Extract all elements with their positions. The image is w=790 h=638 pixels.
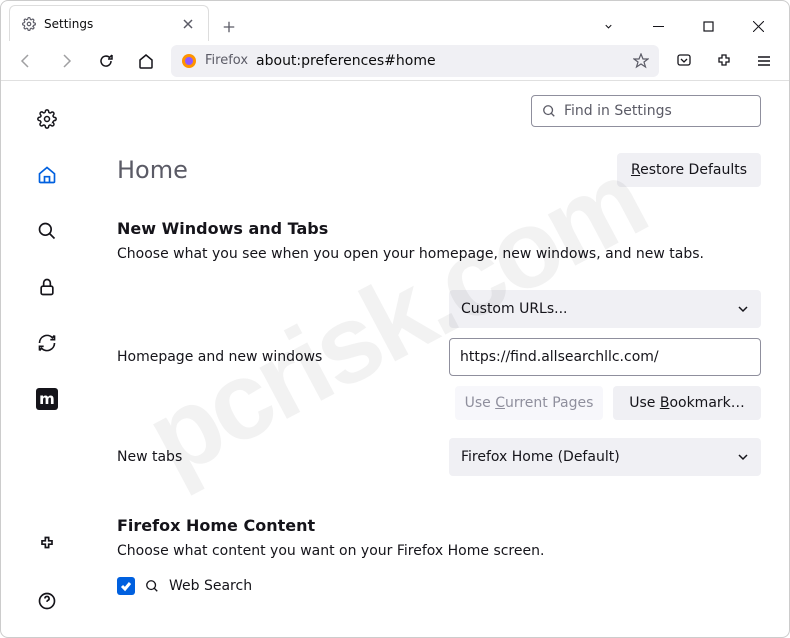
sidebar-item-help[interactable] [27, 581, 67, 621]
chevron-down-icon [737, 303, 749, 315]
tab-title: Settings [44, 17, 172, 31]
settings-search-input[interactable]: Find in Settings [531, 95, 761, 127]
gear-icon [22, 17, 36, 31]
sidebar-item-extension[interactable]: m [27, 379, 67, 419]
bookmark-star-icon[interactable] [633, 53, 649, 69]
nav-toolbar: Firefox about:preferences#home [1, 41, 789, 81]
section-desc-home-content: Choose what content you want on your Fir… [117, 543, 761, 559]
newtabs-mode-value: Firefox Home (Default) [461, 449, 620, 465]
search-placeholder: Find in Settings [564, 103, 672, 119]
close-tab-button[interactable] [180, 16, 196, 32]
firefox-logo-icon [181, 53, 197, 69]
back-button[interactable] [11, 46, 41, 76]
chevron-down-icon [737, 451, 749, 463]
newtabs-label: New tabs [117, 449, 449, 465]
window-minimize-button[interactable] [635, 11, 681, 41]
homepage-field-label: Homepage and new windows [117, 349, 449, 365]
sidebar-item-more[interactable] [27, 525, 67, 565]
app-menu-button[interactable] [749, 46, 779, 76]
window-maximize-button[interactable] [685, 11, 731, 41]
settings-main: Find in Settings Home Restore Defaults N… [93, 83, 789, 637]
homepage-mode-value: Custom URLs... [461, 301, 568, 317]
homepage-mode-select[interactable]: Custom URLs... [449, 290, 761, 328]
websearch-label: Web Search [169, 578, 252, 594]
reload-button[interactable] [91, 46, 121, 76]
use-bookmark-button[interactable]: Use Bookmark… [613, 386, 761, 420]
websearch-checkbox[interactable] [117, 577, 135, 595]
url-address: about:preferences#home [256, 53, 436, 69]
page-title: Home [117, 156, 188, 184]
home-button[interactable] [131, 46, 161, 76]
section-title-new-windows: New Windows and Tabs [117, 219, 761, 238]
sidebar-item-sync[interactable] [27, 323, 67, 363]
forward-button[interactable] [51, 46, 81, 76]
use-current-pages-button[interactable]: Use Current Pages [455, 386, 603, 420]
section-title-home-content: Firefox Home Content [117, 516, 761, 535]
content-area: m Find in Settings Home Restore Defaults… [1, 83, 789, 637]
extension-m-icon: m [36, 388, 58, 410]
settings-sidebar: m [1, 83, 93, 637]
url-protocol: Firefox [205, 53, 248, 68]
titlebar: Settings [1, 1, 789, 41]
newtabs-mode-select[interactable]: Firefox Home (Default) [449, 438, 761, 476]
browser-tab[interactable]: Settings [9, 5, 209, 41]
sidebar-item-home[interactable] [27, 155, 67, 195]
url-bar[interactable]: Firefox about:preferences#home [171, 45, 659, 77]
search-icon [542, 104, 556, 118]
homepage-url-input[interactable] [449, 338, 761, 376]
restore-defaults-button[interactable]: Restore Defaults [617, 153, 761, 187]
sidebar-item-general[interactable] [27, 99, 67, 139]
pocket-button[interactable] [669, 46, 699, 76]
tab-overview-button[interactable] [585, 11, 631, 41]
sidebar-item-privacy[interactable] [27, 267, 67, 307]
section-desc-new-windows: Choose what you see when you open your h… [117, 246, 761, 262]
new-tab-button[interactable] [215, 13, 243, 41]
window-close-button[interactable] [735, 11, 781, 41]
sidebar-item-search[interactable] [27, 211, 67, 251]
extensions-button[interactable] [709, 46, 739, 76]
search-icon [145, 579, 159, 593]
